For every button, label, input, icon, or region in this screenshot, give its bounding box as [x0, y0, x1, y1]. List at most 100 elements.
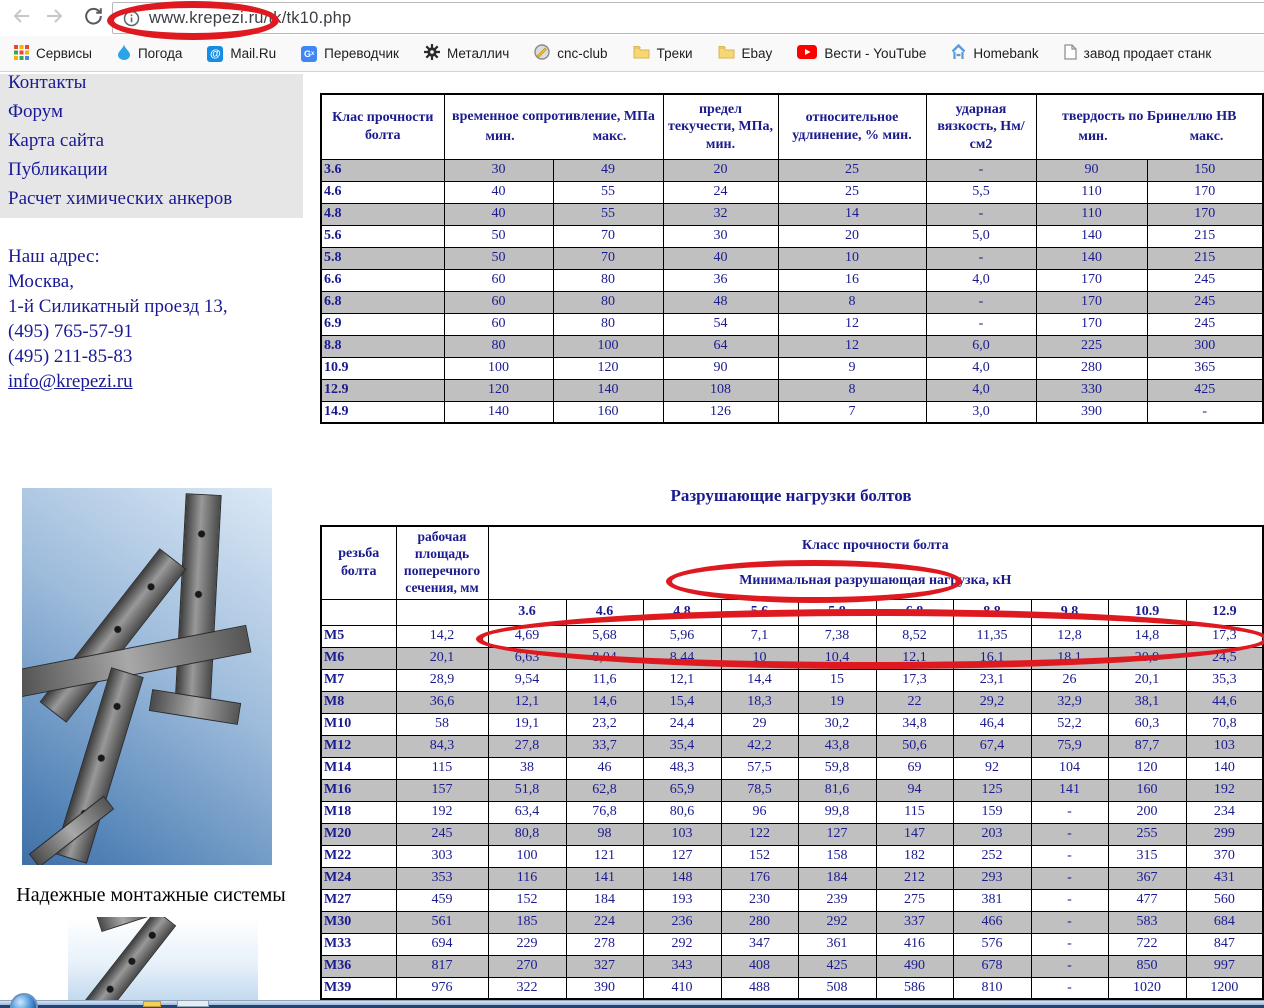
- table-cell: 10: [720, 646, 799, 670]
- sidebar-item-karta-sayta[interactable]: Карта сайта: [8, 126, 288, 155]
- taskbar-folder-item[interactable]: [143, 1001, 161, 1007]
- table-cell: 20: [662, 158, 779, 182]
- bookmark-homebank[interactable]: Homebank: [951, 43, 1039, 63]
- start-button[interactable]: [10, 993, 38, 1008]
- bookmark-zavod[interactable]: завод продает станк: [1064, 44, 1212, 63]
- bookmark-vesti-youtube[interactable]: Вести - YouTube: [797, 45, 926, 62]
- bookmark-label: завод продает станк: [1083, 46, 1212, 61]
- sidebar-item-publikatsii[interactable]: Публикации: [8, 155, 288, 184]
- table-cell: 560: [1185, 888, 1264, 912]
- row-label: M10: [320, 712, 397, 736]
- table-cell: 12,1: [642, 668, 722, 692]
- forward-button[interactable]: [42, 5, 68, 31]
- pencil-circle-icon: [534, 44, 550, 63]
- sidebar-item-kontakty[interactable]: Контакты: [8, 74, 288, 97]
- back-button[interactable]: [8, 5, 34, 31]
- table1-body: 3.6 30 49 20 25-90 150 4.6 40 55 24 25 5,5 110 170 4.8…: [320, 158, 1264, 424]
- taskbar-window-item[interactable]: [177, 1000, 209, 1007]
- table-cell: 176: [720, 866, 799, 890]
- table-cell: 8,04: [565, 646, 644, 670]
- bookmark-servisy[interactable]: Сервисы: [14, 44, 92, 63]
- table-cell: 15: [797, 668, 877, 692]
- table-cell: 104: [1030, 756, 1109, 780]
- reload-button[interactable]: [80, 5, 106, 31]
- table-row: M27 459 152 184 193 230 239 275 381-477 560: [320, 888, 1264, 912]
- table-cell: 3,0: [925, 400, 1037, 424]
- table-cell: 12: [777, 334, 927, 358]
- table-cell: 140: [443, 400, 554, 424]
- bookmark-label: Металлич: [446, 46, 510, 61]
- table-cell: 120: [443, 378, 554, 402]
- table-cell: -: [1030, 954, 1109, 978]
- class-column-label: 5.8: [797, 598, 877, 626]
- table-cell: 997: [1185, 954, 1264, 978]
- bookmark-treki[interactable]: Треки: [633, 45, 693, 62]
- table-cell: 7,1: [720, 624, 799, 648]
- table-cell: 275: [875, 888, 954, 912]
- row-label: M18: [320, 800, 397, 824]
- table-cell: 60: [443, 268, 554, 292]
- table-cell: 127: [642, 844, 722, 868]
- url-bar[interactable]: www.krepezi.ru/tk/tk10.php: [112, 2, 1264, 34]
- table-cell: 14,4: [720, 668, 799, 692]
- table-cell: 30: [443, 158, 554, 182]
- table-cell: 103: [1185, 734, 1264, 758]
- table-cell: 7: [777, 400, 927, 424]
- table-cell: -: [1146, 400, 1264, 424]
- table-cell: 23,2: [565, 712, 644, 736]
- table-cell: 14,2: [395, 624, 489, 648]
- row-label: 10.9: [320, 356, 445, 380]
- bookmarks-bar: Сервисы Погода @ Mail.Ru Gx Переводчик М…: [0, 36, 1264, 72]
- sidebar-item-raschet-ankerov[interactable]: Расчет химических анкеров: [8, 184, 288, 213]
- bookmark-cncclub[interactable]: cnc-club: [534, 44, 608, 63]
- table-cell: 293: [952, 866, 1032, 890]
- table-cell: 12,1: [487, 690, 567, 714]
- table-cell: 36,6: [395, 690, 489, 714]
- table-cell: 14,6: [565, 690, 644, 714]
- table-cell: 140: [1185, 756, 1264, 780]
- product-photo-bracket-small: [68, 917, 258, 1001]
- table-cell: 141: [565, 866, 644, 890]
- table-cell: 5,68: [565, 624, 644, 648]
- table-cell: 488: [720, 976, 799, 1000]
- page-info-icon[interactable]: [123, 10, 140, 27]
- table-cell: 16: [777, 268, 927, 292]
- table-row: M12 84,3 27,8 33,7 35,4 42,2 43,8 50,6 67,4 75,9 8…: [320, 734, 1264, 758]
- bookmark-pogoda[interactable]: Погода: [117, 44, 182, 63]
- bookmark-metallich[interactable]: Металлич: [423, 44, 510, 63]
- class-column-label: 9.8: [1030, 598, 1109, 626]
- class-column-label: 4.6: [565, 598, 644, 626]
- table-cell: 431: [1185, 866, 1264, 890]
- sidebar-item-forum[interactable]: Форум: [8, 97, 288, 126]
- bookmark-label: Переводчик: [324, 46, 399, 61]
- apps-grid-icon: [14, 44, 29, 63]
- table-cell: 586: [875, 976, 954, 1000]
- table-cell: 561: [395, 910, 489, 934]
- table-cell: 44,6: [1185, 690, 1264, 714]
- table-cell: 4,69: [487, 624, 567, 648]
- class-column-label: 4.8: [642, 598, 722, 626]
- row-label: 6.6: [320, 268, 445, 292]
- email-link[interactable]: info@krepezi.ru: [8, 369, 133, 394]
- table-cell: 159: [952, 800, 1032, 824]
- table-cell: 315: [1107, 844, 1187, 868]
- table-cell: 252: [952, 844, 1032, 868]
- table-row: 12.9 120 140 108 8 4,0 330 425: [320, 378, 1264, 402]
- table-cell: 508: [797, 976, 877, 1000]
- table-cell: 26: [1030, 668, 1109, 692]
- reload-icon: [82, 5, 104, 32]
- table-row: 6.9 60 80 54 12-170 245: [320, 312, 1264, 336]
- table-cell: 80: [443, 334, 554, 358]
- table-cell: 347: [720, 932, 799, 956]
- table-cell: 10: [777, 246, 927, 270]
- table-cell: 52,2: [1030, 712, 1109, 736]
- bookmark-perevodchik[interactable]: Gx Переводчик: [301, 45, 399, 62]
- class-column-label: 5.6: [720, 598, 799, 626]
- table-cell: 15,4: [642, 690, 722, 714]
- gear-icon: [423, 44, 440, 63]
- table-cell: 11,6: [565, 668, 644, 692]
- bookmark-ebay[interactable]: Ebay: [718, 45, 772, 62]
- table-cell: 75,9: [1030, 734, 1109, 758]
- table-row: M16 157 51,8 62,8 65,9 78,5 81,6 94 125 141 160 192: [320, 778, 1264, 802]
- bookmark-mailru[interactable]: @ Mail.Ru: [207, 45, 276, 62]
